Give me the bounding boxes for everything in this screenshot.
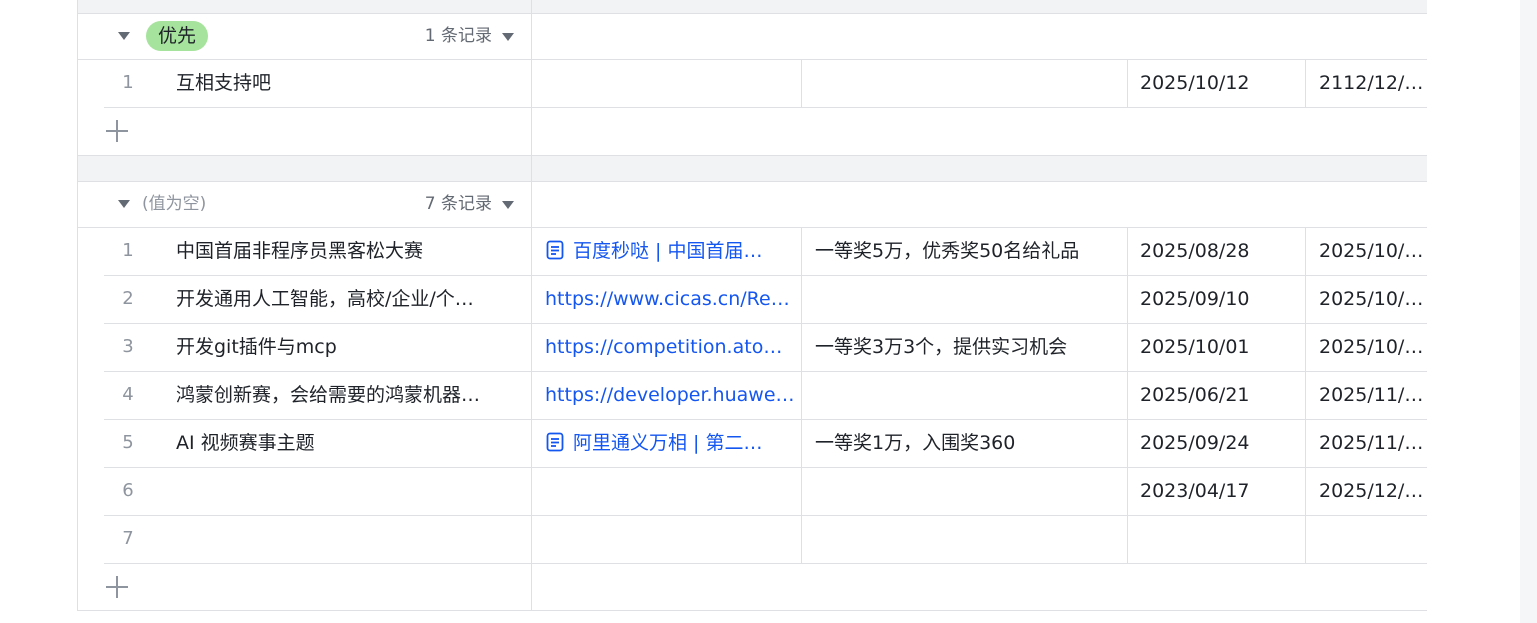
note-cell[interactable]	[815, 371, 1120, 419]
end-date-cell[interactable]: 2025/11/10	[1319, 371, 1427, 419]
end-date-cell[interactable]: 2025/12/31	[1319, 467, 1427, 515]
note-cell[interactable]	[815, 467, 1120, 515]
link-cell[interactable]	[545, 467, 795, 515]
records-grid: 优先 1 条记录 1 互相支持吧 2025/10/12 2112/12/12 (…	[77, 0, 1427, 611]
add-record-plus-icon[interactable]	[106, 576, 128, 598]
record-count: 1 条记录	[424, 26, 492, 46]
note-cell[interactable]: 一等奖1万，入围奖360	[815, 419, 1120, 467]
caret-down-icon[interactable]	[118, 200, 130, 208]
column-divider	[1305, 227, 1306, 563]
column-divider	[1127, 59, 1128, 107]
name-cell[interactable]: 开发通用人工智能，高校/企业/个…	[176, 275, 516, 323]
end-date-cell[interactable]: 2112/12/12	[1319, 59, 1427, 107]
group-separator-band	[78, 0, 1427, 13]
caret-down-icon[interactable]	[502, 201, 514, 209]
start-date-cell[interactable]: 2025/10/01	[1140, 323, 1300, 371]
note-cell[interactable]	[815, 515, 1120, 563]
end-date-cell[interactable]: 2025/10/31	[1319, 275, 1427, 323]
name-cell[interactable]: 鸿蒙创新赛，会给需要的鸿蒙机器…	[176, 371, 516, 419]
group-header-priority[interactable]: 优先 1 条记录	[78, 14, 532, 59]
row-number: 2	[122, 288, 134, 309]
empty-value-label: (值为空)	[142, 194, 207, 214]
row-number: 1	[122, 240, 134, 261]
name-cell[interactable]: 互相支持吧	[176, 59, 516, 107]
link-cell[interactable]: 百度秒哒 | 中国首届…	[545, 227, 795, 275]
name-cell[interactable]: 开发git插件与mcp	[176, 323, 516, 371]
column-divider	[1127, 227, 1128, 563]
link-cell[interactable]: 阿里通义万相 | 第二…	[545, 419, 795, 467]
name-cell[interactable]	[176, 467, 516, 515]
start-date-cell[interactable]: 2025/09/24	[1140, 419, 1300, 467]
row-number: 6	[122, 480, 134, 501]
end-date-cell[interactable]: 2025/10/31	[1319, 323, 1427, 371]
frozen-column-divider	[531, 0, 532, 611]
document-icon	[546, 432, 564, 452]
row-number: 5	[122, 432, 134, 453]
note-cell[interactable]: 一等奖5万，优秀奖50名给礼品	[815, 227, 1120, 275]
group-header-empty[interactable]: (值为空) 7 条记录	[78, 182, 532, 227]
record-count: 7 条记录	[424, 194, 492, 214]
divider	[104, 107, 1427, 108]
start-date-cell[interactable]: 2023/04/17	[1140, 467, 1300, 515]
name-cell[interactable]: 中国首届非程序员黑客松大赛	[176, 227, 516, 275]
start-date-cell[interactable]: 2025/10/12	[1140, 59, 1300, 107]
caret-down-icon[interactable]	[118, 32, 130, 40]
start-date-cell[interactable]: 2025/08/28	[1140, 227, 1300, 275]
end-date-cell[interactable]: 2025/10/28	[1319, 227, 1427, 275]
start-date-cell[interactable]: 2025/09/10	[1140, 275, 1300, 323]
priority-tag: 优先	[146, 21, 209, 51]
link-cell[interactable]: https://developer.huawe…	[545, 371, 795, 419]
divider	[78, 610, 1427, 611]
document-icon	[546, 240, 564, 260]
link-text[interactable]: 百度秒哒 | 中国首届…	[573, 240, 762, 262]
end-date-cell[interactable]: 2025/11/12	[1319, 419, 1427, 467]
add-record-plus-icon[interactable]	[106, 120, 128, 142]
name-cell[interactable]: AI 视频赛事主题	[176, 419, 516, 467]
start-date-cell[interactable]: 2025/06/21	[1140, 371, 1300, 419]
column-divider	[1305, 59, 1306, 107]
row-number: 7	[122, 528, 134, 549]
group-separator-band	[78, 156, 1427, 181]
column-divider	[801, 59, 802, 107]
start-date-cell[interactable]	[1140, 515, 1300, 563]
end-date-cell[interactable]	[1319, 515, 1427, 563]
row-number: 3	[122, 336, 134, 357]
note-cell[interactable]	[815, 275, 1120, 323]
link-cell[interactable]	[545, 515, 795, 563]
link-cell[interactable]: https://competition.ato…	[545, 323, 795, 371]
row-number: 1	[122, 72, 134, 93]
row-number: 4	[122, 384, 134, 405]
divider	[104, 563, 1427, 564]
scrollbar-track[interactable]	[1520, 0, 1537, 623]
name-cell[interactable]	[176, 515, 516, 563]
caret-down-icon[interactable]	[502, 33, 514, 41]
link-text[interactable]: 阿里通义万相 | 第二…	[573, 432, 762, 454]
note-cell[interactable]: 一等奖3万3个，提供实习机会	[815, 323, 1120, 371]
link-cell[interactable]: https://www.cicas.cn/Re…	[545, 275, 795, 323]
column-divider	[801, 227, 802, 563]
